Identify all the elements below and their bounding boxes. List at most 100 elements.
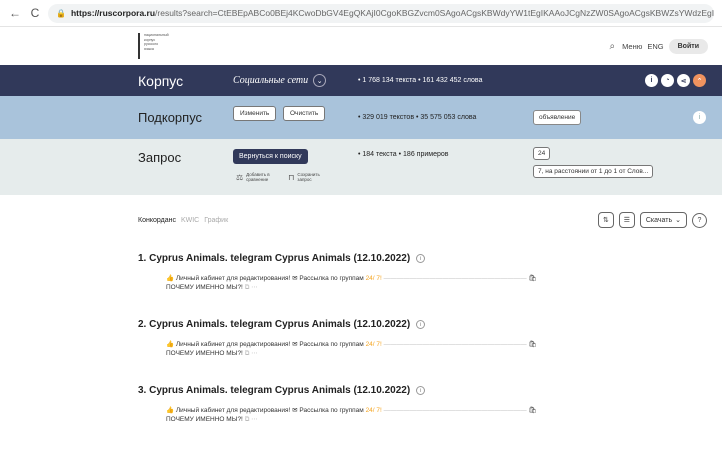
settings-icon[interactable]: ☰ [618, 212, 635, 228]
reload-icon[interactable]: C [28, 6, 42, 20]
envelope-icon: ✉ [292, 407, 298, 414]
clear-button[interactable]: Очистить [283, 106, 326, 121]
query-distance[interactable]: 7, на расстоянии от 1 до 1 от Слов... [533, 165, 654, 178]
divider-line: —————————————————————— [383, 407, 527, 414]
tab-kwic[interactable]: KWIC [181, 217, 199, 224]
add-compare-label: Добавить в сравнение [246, 172, 270, 182]
corpus-genre: Социальные сети [233, 75, 309, 86]
collapse-icon[interactable]: ⌃ [693, 74, 706, 87]
expand-icon[interactable]: ⋯ [251, 350, 258, 357]
subcorpus-band: Подкорпус Изменить Очистить • 329 019 те… [0, 96, 722, 139]
divider-line: —————————————————————— [383, 275, 527, 282]
expand-icon[interactable]: ⋯ [251, 284, 258, 291]
lang-switch[interactable]: ENG [647, 42, 663, 51]
copy-icon[interactable]: ⧉ [245, 416, 250, 423]
corpus-selector[interactable]: Социальные сети ⌄ [233, 74, 327, 87]
bag-icon: 🛍 [528, 407, 537, 414]
logo-line: языка [144, 46, 154, 51]
corpus-band: Корпус Социальные сети ⌄ • 1 768 134 тек… [0, 65, 722, 96]
download-button[interactable]: Скачать ⌄ [639, 212, 687, 228]
copy-icon[interactable]: ⧉ [245, 284, 250, 291]
tab-concordance[interactable]: Конкорданс [138, 217, 176, 224]
url-host: https://ruscorpora.ru [70, 8, 156, 18]
search-hit[interactable]: 24/ 7! [366, 407, 382, 414]
results-list: 1. Cyprus Animals. telegram Cyprus Anima… [138, 253, 698, 451]
envelope-icon: ✉ [292, 341, 298, 348]
hand-icon: 👍 [166, 275, 175, 282]
change-button[interactable]: Изменить [233, 106, 277, 121]
snippet-text: Рассылка по группам [299, 407, 364, 414]
results-toolbar: Конкорданс KWIC График ⇅ ☰ Скачать ⌄ ? [0, 195, 722, 235]
share-icon[interactable]: ⋖ [677, 74, 690, 87]
snippet-text: ПОЧЕМУ ИМЕННО МЫ?! [166, 284, 243, 291]
copy-icon[interactable]: ⧉ [245, 350, 250, 357]
result-snippet: 👍 Личный кабинет для редактирования! ✉ Р… [166, 406, 698, 424]
add-compare-button[interactable]: ⚖ Добавить в сравнение [236, 172, 282, 182]
header-actions: ⌕ Меню ENG Войти [609, 38, 708, 54]
result-title[interactable]: 2. Cyprus Animals. telegram Cyprus Anima… [138, 319, 698, 330]
result-title[interactable]: 1. Cyprus Animals. telegram Cyprus Anima… [138, 253, 698, 264]
site-header: национальный корпус русского языка ⌕ Мен… [0, 27, 722, 65]
corpus-stats: • 1 768 134 текста • 161 432 452 слова [358, 77, 483, 84]
subcorpus-title: Подкорпус [138, 110, 203, 125]
query-stats: • 184 текста • 186 примеров [358, 151, 449, 158]
back-arrow-icon[interactable]: ← [8, 6, 22, 20]
bookmark-icon: ⊓ [288, 172, 295, 182]
query-title: Запрос [138, 150, 182, 165]
result-title[interactable]: 3. Cyprus Animals. telegram Cyprus Anima… [138, 385, 698, 396]
corpus-title: Корпус [138, 72, 184, 89]
snippet-text: Рассылка по группам [299, 341, 364, 348]
info-icon[interactable]: i [645, 74, 658, 87]
search-icon[interactable]: ⌕ [609, 41, 615, 52]
list-item: 2. Cyprus Animals. telegram Cyprus Anima… [138, 319, 698, 385]
hand-icon: 👍 [166, 407, 175, 414]
menu-link[interactable]: Меню [622, 42, 642, 51]
url-path: /results?search=CtEBEpABCo0BEj4KCwoDbGV4… [155, 8, 714, 18]
snippet-text: ПОЧЕМУ ИМЕННО МЫ?! [166, 416, 243, 423]
snippet-text: Рассылка по группам [299, 275, 364, 282]
result-snippet: 👍 Личный кабинет для редактирования! ✉ Р… [166, 274, 698, 292]
snippet-text: Личный кабинет для редактирования! [175, 407, 291, 414]
statistics-icon[interactable]: ◔ [661, 74, 674, 87]
chevron-down-icon[interactable]: ⌄ [313, 74, 327, 87]
query-actions: ⚖ Добавить в сравнение ⊓ Сохранить запро… [236, 172, 323, 182]
subcorpus-stats: • 329 019 текстов • 35 575 053 слова [358, 114, 477, 121]
announcement-button[interactable]: объявление [533, 110, 582, 125]
browser-bar: ← C 🔒 https://ruscorpora.ru /results?sea… [0, 0, 722, 27]
bag-icon: 🛍 [528, 341, 537, 348]
back-to-search-button[interactable]: Вернуться к поиску [233, 149, 308, 164]
tab-graph[interactable]: График [204, 217, 228, 224]
view-tabs: Конкорданс KWIC График [138, 217, 228, 224]
envelope-icon: ✉ [292, 275, 298, 282]
hand-icon: 👍 [166, 341, 175, 348]
result-title-text: 2. Cyprus Animals. telegram Cyprus Anima… [138, 319, 411, 330]
info-icon[interactable]: i [416, 386, 426, 395]
sort-icon[interactable]: ⇅ [597, 212, 614, 228]
save-query-button[interactable]: ⊓ Сохранить запрос [288, 172, 323, 182]
snippet-text: Личный кабинет для редактирования! [175, 275, 291, 282]
snippet-text: Личный кабинет для редактирования! [175, 341, 291, 348]
save-query-label: Сохранить запрос [297, 172, 320, 182]
result-title-text: 1. Cyprus Animals. telegram Cyprus Anima… [138, 253, 411, 264]
logo[interactable]: национальный корпус русского языка [138, 33, 184, 59]
info-icon[interactable]: i [416, 254, 426, 263]
divider-line: —————————————————————— [383, 341, 527, 348]
lock-icon: 🔒 [56, 8, 66, 18]
address-bar[interactable]: 🔒 https://ruscorpora.ru /results?search=… [48, 3, 714, 23]
result-snippet: 👍 Личный кабинет для редактирования! ✉ Р… [166, 340, 698, 358]
info-icon[interactable]: i [416, 320, 426, 329]
corpus-icons: i ◔ ⋖ ⌃ [645, 74, 706, 87]
snippet-text: ПОЧЕМУ ИМЕННО МЫ?! [166, 350, 243, 357]
expand-icon[interactable]: ⋯ [251, 416, 258, 423]
result-title-text: 3. Cyprus Animals. telegram Cyprus Anima… [138, 385, 411, 396]
login-button[interactable]: Войти [668, 38, 708, 54]
query-term[interactable]: 24 [533, 147, 551, 160]
info-icon[interactable]: i [693, 111, 706, 124]
search-hit[interactable]: 24/ 7! [366, 275, 382, 282]
search-hit[interactable]: 24/ 7! [366, 341, 382, 348]
tools: ⇅ ☰ Скачать ⌄ ? [597, 212, 707, 228]
help-icon[interactable]: ? [692, 212, 707, 228]
query-band: Запрос • 184 текста • 186 примеров 24 7,… [0, 139, 722, 195]
download-label: Скачать [645, 216, 673, 224]
list-item: 1. Cyprus Animals. telegram Cyprus Anima… [138, 253, 698, 319]
